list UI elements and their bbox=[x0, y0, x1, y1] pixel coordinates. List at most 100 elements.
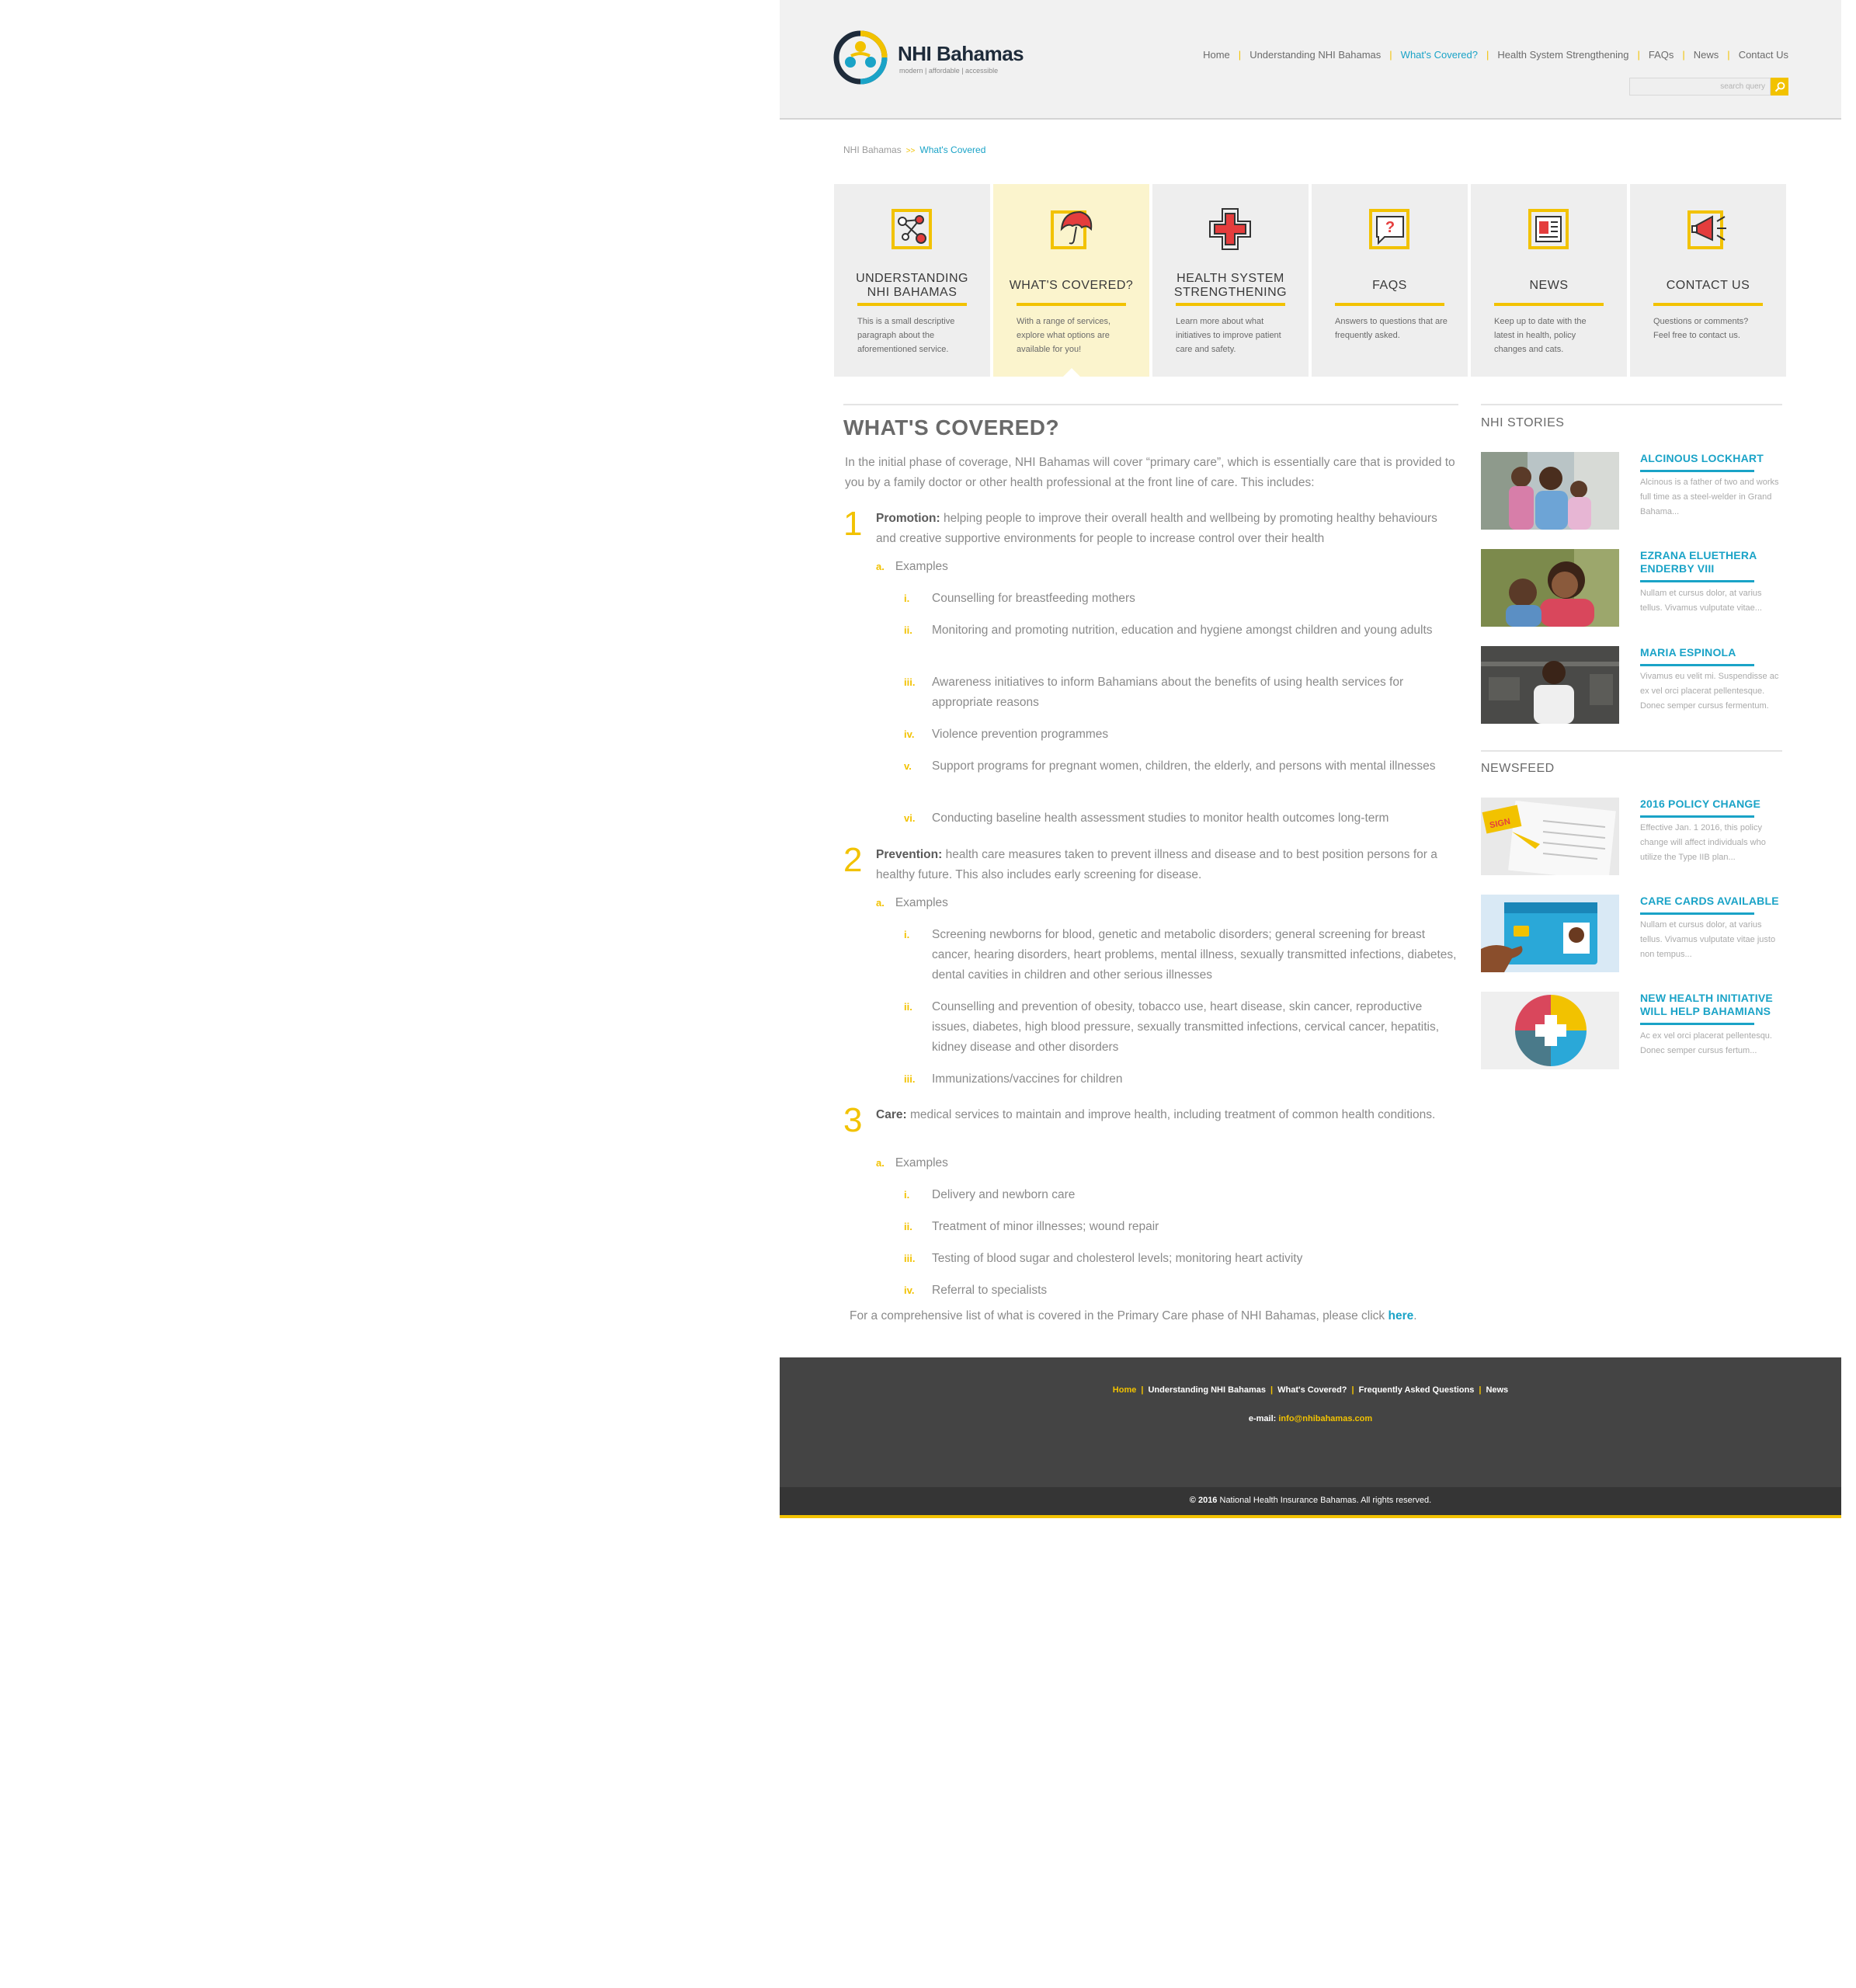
news-title[interactable]: NEW HEALTH INITIATIVE WILL HELP BAHAMIAN… bbox=[1640, 992, 1782, 1025]
megaphone-icon bbox=[1687, 210, 1726, 249]
list-letter: a. bbox=[876, 1157, 885, 1169]
divider bbox=[843, 404, 1458, 405]
tile-news[interactable]: NEWS Keep up to date with the latest in … bbox=[1471, 184, 1627, 377]
news-photo[interactable]: SIGN bbox=[1481, 798, 1619, 875]
story-title-text: EZRANA ELUETHERA ENDERBY VIII bbox=[1640, 549, 1757, 575]
news-photo[interactable] bbox=[1481, 992, 1619, 1069]
list-item-text: Counselling for breastfeeding mothers bbox=[932, 592, 1135, 605]
nav-separator: | bbox=[1141, 1385, 1144, 1395]
list-letter: a. bbox=[876, 897, 885, 909]
list-item-text: Delivery and newborn care bbox=[932, 1188, 1076, 1201]
nav-home[interactable]: Home bbox=[1203, 49, 1230, 61]
list-numeral: ii. bbox=[904, 624, 912, 636]
title-underline bbox=[1640, 1023, 1754, 1025]
news-photo[interactable] bbox=[1481, 895, 1619, 972]
news-title[interactable]: CARE CARDS AVAILABLE bbox=[1640, 895, 1782, 915]
list-numeral: ii. bbox=[904, 1001, 912, 1013]
email-link[interactable]: info@nhibahamas.com bbox=[1278, 1414, 1372, 1423]
story-photo[interactable] bbox=[1481, 549, 1619, 627]
footer-nav-news[interactable]: News bbox=[1486, 1385, 1508, 1395]
logo-mark-icon bbox=[833, 30, 888, 85]
nav-news[interactable]: News bbox=[1694, 49, 1719, 61]
nav-separator: | bbox=[1727, 49, 1730, 61]
section-tiles: UNDERSTANDING NHI BAHAMAS This is a smal… bbox=[834, 184, 1786, 377]
breadcrumb-current: What's Covered bbox=[919, 144, 986, 155]
story-title[interactable]: ALCINOUS LOCKHART bbox=[1640, 452, 1782, 472]
breadcrumb-home[interactable]: NHI Bahamas bbox=[843, 144, 902, 155]
section-term: Promotion: bbox=[876, 512, 940, 525]
tile-rule bbox=[1335, 303, 1444, 306]
footer-nav-home[interactable]: Home bbox=[1113, 1385, 1137, 1395]
breadcrumb: NHI Bahamas >> What's Covered bbox=[843, 144, 985, 155]
tile-title: WHAT'S COVERED? bbox=[1009, 279, 1134, 292]
story-excerpt: Alcinous is a father of two and works fu… bbox=[1640, 478, 1779, 516]
tile-description: Learn more about what initiatives to imp… bbox=[1176, 317, 1281, 354]
nav-separator: | bbox=[1389, 49, 1392, 61]
family-photo-image bbox=[1481, 452, 1619, 530]
logo[interactable]: NHI Bahamas modern | affordable | access… bbox=[832, 28, 1034, 90]
title-underline bbox=[1640, 664, 1754, 666]
news-card[interactable]: CARE CARDS AVAILABLE Nullam et cursus do… bbox=[1481, 895, 1782, 972]
tile-description: Questions or comments? Feel free to cont… bbox=[1653, 317, 1749, 340]
story-title[interactable]: EZRANA ELUETHERA ENDERBY VIII bbox=[1640, 549, 1782, 582]
tile-faqs[interactable]: ? FAQS Answers to questions that are fre… bbox=[1312, 184, 1468, 377]
footer-nav-understanding[interactable]: Understanding NHI Bahamas bbox=[1148, 1385, 1266, 1395]
nav-understanding[interactable]: Understanding NHI Bahamas bbox=[1249, 49, 1381, 61]
section-number: 2 bbox=[843, 841, 863, 879]
search-input[interactable] bbox=[1629, 78, 1771, 96]
tile-description: With a range of services, explore what o… bbox=[1017, 317, 1111, 354]
list-item-text: Testing of blood sugar and cholesterol l… bbox=[932, 1252, 1303, 1265]
section-term: Care: bbox=[876, 1108, 907, 1121]
news-title[interactable]: 2016 POLICY CHANGE bbox=[1640, 798, 1782, 818]
tile-whats-covered[interactable]: WHAT'S COVERED? With a range of services… bbox=[993, 184, 1149, 377]
intro-paragraph: In the initial phase of coverage, NHI Ba… bbox=[845, 456, 1455, 489]
news-card[interactable]: SIGN 2016 POLICY CHANGE Effective Jan. 1… bbox=[1481, 798, 1782, 875]
tile-understanding[interactable]: UNDERSTANDING NHI BAHAMAS This is a smal… bbox=[834, 184, 990, 377]
section-description: Care: medical services to maintain and i… bbox=[876, 1105, 1458, 1125]
footer-navigation: Home | Understanding NHI Bahamas | What's Co… bbox=[780, 1385, 1841, 1395]
nav-whats-covered[interactable]: What's Covered? bbox=[1401, 49, 1478, 61]
news-card[interactable]: NEW HEALTH INITIATIVE WILL HELP BAHAMIAN… bbox=[1481, 992, 1782, 1069]
tile-health-system[interactable]: HEALTH SYSTEM STRENGTHENING Learn more a… bbox=[1152, 184, 1309, 377]
tile-contact[interactable]: CONTACT US Questions or comments? Feel f… bbox=[1630, 184, 1786, 377]
nav-separator: | bbox=[1486, 49, 1489, 61]
network-icon bbox=[892, 209, 932, 249]
story-card[interactable]: ALCINOUS LOCKHART Alcinous is a father o… bbox=[1481, 452, 1782, 530]
title-underline bbox=[1640, 815, 1754, 818]
story-card[interactable]: MARIA ESPINOLA Vivamus eu velit mi. Susp… bbox=[1481, 646, 1782, 724]
list-numeral: iv. bbox=[904, 1284, 915, 1296]
woman-child-photo-image bbox=[1481, 549, 1619, 627]
list-item-text: Referral to specialists bbox=[932, 1284, 1048, 1297]
nav-separator: | bbox=[1682, 49, 1685, 61]
story-excerpt: Nullam et cursus dolor, at varius tellus… bbox=[1640, 589, 1762, 613]
page: NHI Bahamas modern | affordable | access… bbox=[780, 0, 1841, 1518]
here-link[interactable]: here bbox=[1389, 1309, 1414, 1322]
nav-contact[interactable]: Contact Us bbox=[1739, 49, 1788, 61]
story-title[interactable]: MARIA ESPINOLA bbox=[1640, 646, 1782, 666]
tile-rule bbox=[857, 303, 967, 306]
search-button[interactable] bbox=[1771, 78, 1788, 96]
list-numeral: iii. bbox=[904, 1253, 916, 1264]
footer-nav-whats-covered[interactable]: What's Covered? bbox=[1277, 1385, 1347, 1395]
story-card[interactable]: EZRANA ELUETHERA ENDERBY VIII Nullam et … bbox=[1481, 549, 1782, 627]
sign-document-image: SIGN bbox=[1481, 798, 1619, 875]
nav-faqs[interactable]: FAQs bbox=[1649, 49, 1674, 61]
nav-separator: | bbox=[1270, 1385, 1274, 1395]
news-excerpt: Nullam et cursus dolor, at varius tellus… bbox=[1640, 920, 1776, 959]
section-number: 1 bbox=[843, 505, 863, 543]
story-title-text: ALCINOUS LOCKHART bbox=[1640, 452, 1764, 464]
newsfeed-heading: NEWSFEED bbox=[1481, 762, 1555, 775]
footer-nav-faq[interactable]: Frequently Asked Questions bbox=[1359, 1385, 1475, 1395]
site-header: NHI Bahamas modern | affordable | access… bbox=[780, 0, 1841, 120]
nav-health-system[interactable]: Health System Strengthening bbox=[1497, 49, 1628, 61]
story-photo[interactable] bbox=[1481, 646, 1619, 724]
list-numeral: i. bbox=[904, 1189, 910, 1201]
copyright-year: © 2016 bbox=[1189, 1496, 1218, 1505]
examples-label: Examples bbox=[895, 1156, 948, 1170]
site-footer: Home | Understanding NHI Bahamas | What's Co… bbox=[780, 1357, 1841, 1518]
story-photo[interactable] bbox=[1481, 452, 1619, 530]
list-item-text: Screening newborns for blood, genetic an… bbox=[932, 928, 1457, 982]
list-item-text: Counselling and prevention of obesity, t… bbox=[932, 1000, 1440, 1054]
health-cross-graphic-image bbox=[1481, 992, 1619, 1069]
list-item-text: Violence prevention programmes bbox=[932, 728, 1109, 741]
